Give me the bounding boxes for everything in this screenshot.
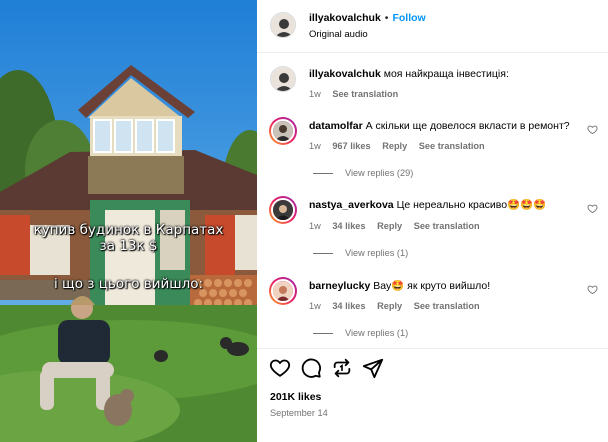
author-avatar[interactable]	[270, 12, 296, 38]
house-photo	[0, 0, 257, 442]
comment-username[interactable]: nastya_averkova	[309, 199, 394, 211]
audio-label[interactable]: Original audio	[309, 28, 368, 41]
view-replies-button[interactable]: View replies (1)	[313, 248, 408, 258]
comment-meta: 1w 967 likes Reply See translation	[309, 140, 494, 152]
view-replies-line	[313, 333, 333, 335]
heart-icon[interactable]	[269, 357, 291, 379]
post-detail-panel: illyakovalchuk • Follow Original audio ill…	[257, 0, 608, 442]
comment-username[interactable]: datamolfar	[309, 120, 363, 132]
header-row: illyakovalchuk • Follow	[309, 12, 426, 25]
repost-icon[interactable]	[331, 357, 353, 379]
small-heart-icon[interactable]	[587, 203, 598, 214]
reply-button[interactable]: Reply	[377, 301, 402, 311]
comment-text: Вау🤩 як круто вийшло!	[373, 280, 491, 292]
commenter-avatar[interactable]	[269, 117, 297, 145]
likes-count[interactable]: 201K likes	[270, 391, 321, 403]
follow-button[interactable]: Follow	[392, 12, 425, 24]
comment-text: Це нереально красиво🤩🤩🤩	[396, 199, 547, 211]
comment-text-row: nastya_averkova Це нереально красиво🤩🤩🤩	[309, 199, 546, 212]
overlay-caption-line-1: купив будинок в Карпатах	[33, 222, 224, 238]
reply-button[interactable]: Reply	[382, 141, 407, 151]
comment-time[interactable]: 1w	[309, 221, 321, 231]
post-media[interactable]: купив будинок в Карпатах за 13к $ і що з…	[0, 0, 257, 442]
small-heart-icon[interactable]	[587, 284, 598, 295]
comment-icon[interactable]	[300, 357, 322, 379]
comment-text-row: barneylucky Вау🤩 як круто вийшло!	[309, 280, 490, 293]
comment-likes[interactable]: 967 likes	[332, 141, 370, 151]
comment-meta: 1w 34 likes Reply See translation	[309, 300, 489, 312]
comment-time[interactable]: 1w	[309, 141, 321, 151]
view-replies-line	[313, 253, 333, 255]
actions-divider	[257, 348, 608, 349]
comment-text: А скільки ще довелося вкласти в ремонт?	[365, 120, 570, 132]
header-divider	[257, 52, 608, 53]
see-translation-link[interactable]: See translation	[414, 301, 480, 311]
view-replies-label: View replies (29)	[345, 168, 414, 178]
see-translation-link[interactable]: See translation	[332, 89, 398, 99]
comment-text-row: illyakovalchuk моя найкраща інвестиція:	[309, 68, 509, 81]
comment-text: моя найкраща інвестиція:	[383, 68, 509, 80]
see-translation-link[interactable]: See translation	[414, 221, 480, 231]
comment-meta: 1w 34 likes Reply See translation	[309, 220, 489, 232]
comment-time[interactable]: 1w	[309, 301, 321, 311]
commenter-avatar[interactable]	[269, 277, 297, 305]
view-replies-label: View replies (1)	[345, 248, 409, 258]
comment-username[interactable]: barneylucky	[309, 280, 370, 292]
send-icon[interactable]	[362, 357, 384, 379]
commenter-avatar[interactable]	[269, 196, 297, 224]
comment-text-row: datamolfar А скільки ще довелося вкласти…	[309, 120, 570, 133]
separator-dot: •	[384, 12, 389, 24]
commenter-avatar[interactable]	[270, 66, 296, 92]
view-replies-label: View replies (1)	[345, 328, 409, 338]
comment-time[interactable]: 1w	[309, 89, 321, 99]
overlay-caption-line-3: і що з цього вийшло:	[53, 276, 204, 292]
post-actions-bar	[269, 357, 599, 381]
small-heart-icon[interactable]	[587, 124, 598, 135]
comment-likes[interactable]: 34 likes	[332, 221, 365, 231]
comment-username[interactable]: illyakovalchuk	[309, 68, 381, 80]
post-date: September 14	[270, 408, 328, 418]
overlay-caption-line-2: за 13к $	[99, 238, 158, 254]
view-replies-button[interactable]: View replies (29)	[313, 168, 413, 178]
comment-likes[interactable]: 34 likes	[332, 301, 365, 311]
author-username[interactable]: illyakovalchuk	[309, 12, 381, 24]
reply-button[interactable]: Reply	[377, 221, 402, 231]
view-replies-button[interactable]: View replies (1)	[313, 328, 408, 338]
view-replies-line	[313, 173, 333, 175]
see-translation-link[interactable]: See translation	[419, 141, 485, 151]
comment-meta: 1w See translation	[309, 88, 407, 100]
